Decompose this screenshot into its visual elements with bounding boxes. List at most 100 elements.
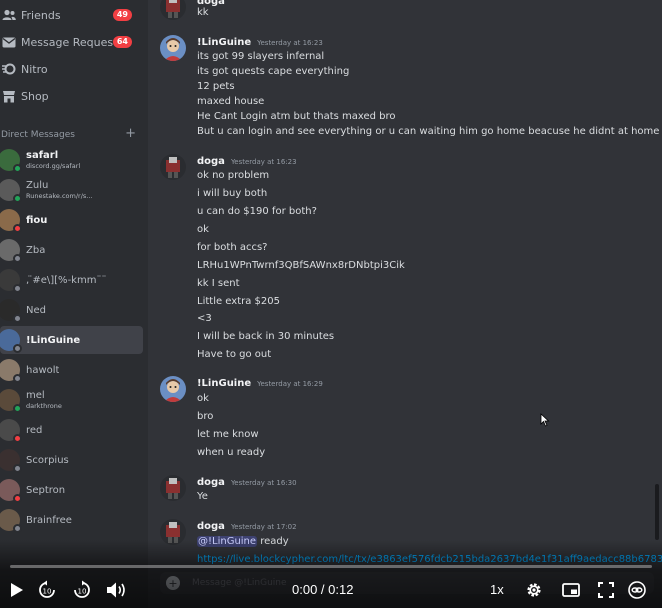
message-author[interactable]: doga (197, 477, 225, 488)
friends-icon (1, 7, 17, 23)
message-header: doga Yesterday at 16:30 (197, 477, 297, 488)
avatar (0, 449, 22, 473)
dm-name: fiou (26, 214, 48, 226)
message-text: ok (197, 224, 209, 235)
message-text: when u ready (197, 447, 266, 458)
status-offline-icon (13, 344, 22, 353)
status-offline-icon (13, 524, 22, 533)
dm-item[interactable]: mel darkthrone (0, 386, 143, 414)
message-text: i will buy both (197, 188, 268, 199)
nitro-icon (1, 61, 17, 77)
message-text: ok no problem (197, 170, 270, 181)
avatar[interactable] (160, 475, 186, 501)
avatar[interactable] (160, 376, 186, 402)
rewind-10-button[interactable]: 10 (36, 579, 58, 601)
dm-item[interactable]: red (0, 416, 143, 444)
direct-messages-header: Direct Messages + (0, 126, 148, 142)
avatar[interactable] (160, 0, 186, 20)
video-progress-bar[interactable] (10, 565, 652, 568)
status-dnd-icon (13, 434, 22, 443)
message-text: its got quests cape everything (197, 66, 350, 77)
settings-button[interactable] (523, 579, 545, 601)
message-requests-badge: 64 (112, 36, 132, 48)
dm-text: !LinGuine (26, 334, 80, 347)
dm-item[interactable]: !LinGuine (0, 326, 143, 354)
picture-in-picture-icon (562, 583, 580, 597)
status-offline-icon (13, 314, 22, 323)
share-link-button[interactable] (626, 579, 648, 601)
nav-friends[interactable]: Friends 49 (0, 2, 148, 28)
message-text: He Cant Login atm but thats maxed bro (197, 111, 396, 122)
status-online-icon (13, 194, 22, 203)
volume-button[interactable] (106, 579, 128, 601)
message-text: bro (197, 411, 214, 422)
avatar[interactable] (160, 35, 186, 61)
avatar (0, 299, 22, 323)
playback-speed-button[interactable]: 1x (490, 582, 504, 597)
dm-item[interactable]: fiou (0, 206, 143, 234)
avatar (0, 239, 22, 263)
message-header: doga Yesterday at 16:23 (197, 156, 297, 167)
message-author[interactable]: doga (197, 156, 225, 167)
fullscreen-button[interactable] (595, 579, 617, 601)
message-timestamp: Yesterday at 16:23 (230, 158, 297, 166)
dm-item[interactable]: Ned (0, 296, 143, 324)
play-button[interactable] (6, 579, 28, 601)
friends-badge: 49 (112, 9, 132, 21)
avatar[interactable] (160, 154, 186, 180)
dm-item[interactable]: Septron (0, 476, 143, 504)
dm-text: red (26, 424, 42, 437)
dm-text: Ned (26, 304, 46, 317)
nav-nitro[interactable]: Nitro (0, 56, 148, 82)
chat-scrollbar[interactable] (655, 484, 659, 540)
status-offline-icon (13, 254, 22, 263)
shop-icon (1, 88, 17, 104)
message-timestamp: Yesterday at 16:30 (230, 479, 297, 487)
message-text: ok (197, 393, 209, 404)
message-text: Ye (197, 491, 208, 502)
message-text: for both accs? (197, 242, 268, 253)
link-icon (628, 581, 646, 599)
message-text: kk (197, 7, 209, 18)
dm-item[interactable]: , ̈#e\][%-kmm¨¨ (0, 266, 143, 294)
message-author[interactable]: !LinGuine (197, 378, 251, 389)
dm-item[interactable]: Zba (0, 236, 143, 264)
avatar (0, 269, 22, 293)
picture-in-picture-button[interactable] (560, 579, 582, 601)
dm-item[interactable]: Brainfree (0, 506, 143, 534)
dm-item[interactable]: Scorpius (0, 446, 143, 474)
dm-text: fiou (26, 214, 47, 227)
message-text: <3 (197, 313, 212, 324)
create-dm-button[interactable]: + (125, 126, 136, 141)
dm-name: safarl (26, 150, 59, 161)
dm-item[interactable]: safarl discord.gg/safarl (0, 146, 143, 174)
dm-text: Zulu Runestake.com/r/s... (26, 179, 93, 201)
dm-name: Ned (26, 304, 46, 316)
nav-message-requests[interactable]: Message Requests 64 (0, 29, 148, 55)
nav-friends-label: Friends (21, 8, 61, 22)
avatar (0, 209, 22, 233)
volume-icon (107, 582, 125, 598)
message-author[interactable]: !LinGuine (197, 37, 251, 48)
dm-name: Zulu (26, 180, 49, 191)
dm-status-text: Runestake.com/r/s... (26, 192, 93, 200)
message-timestamp: Yesterday at 16:23 (257, 39, 323, 47)
dm-text: mel darkthrone (26, 389, 62, 411)
message-text: Have to go out (197, 349, 272, 360)
status-online-icon (13, 164, 22, 173)
message-author[interactable]: doga (197, 521, 225, 532)
nav-shop[interactable]: Shop (0, 83, 148, 109)
message-text: maxed house (197, 96, 265, 107)
message-text: let me know (197, 429, 259, 440)
dm-item[interactable]: hawolt (0, 356, 143, 384)
dm-name: mel (26, 390, 45, 401)
message-header: !LinGuine Yesterday at 16:23 (197, 37, 323, 48)
chat-panel: doga kk !LinGuine Yesterday at 16:23 its got… (148, 0, 662, 608)
dm-text: Brainfree (26, 514, 72, 527)
message-text: 12 pets (197, 81, 235, 92)
nav-nitro-label: Nitro (21, 62, 48, 76)
message-text: LRHu1WPnTwrnf3QBfSAWnx8rDNbtpi3Cik (197, 260, 405, 271)
forward-10-button[interactable]: 10 (71, 579, 93, 601)
dm-item[interactable]: Zulu Runestake.com/r/s... (0, 176, 143, 204)
dm-name: Scorpius (26, 454, 69, 466)
